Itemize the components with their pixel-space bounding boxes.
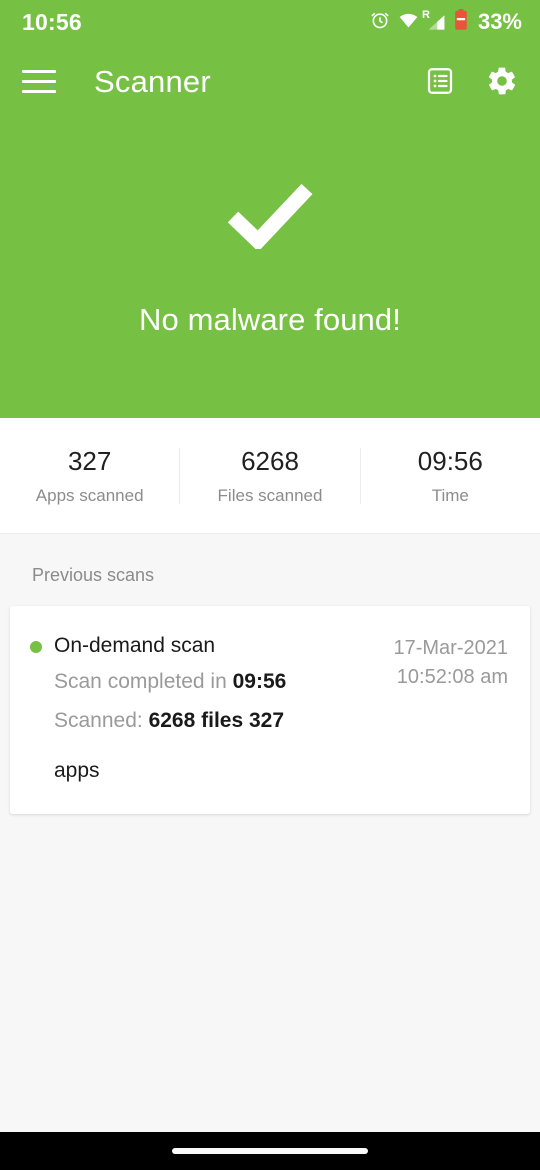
alarm-icon: [370, 10, 390, 35]
scan-card-title-row: On-demand scan: [30, 632, 381, 660]
scan-time-label: 10:52:08 am: [396, 666, 508, 688]
status-icon-tray: R 33%: [370, 9, 522, 35]
app-bar: Scanner: [0, 44, 540, 118]
system-navigation-bar: [0, 1132, 540, 1170]
scan-counts-wrap: apps: [54, 759, 100, 783]
wifi-icon: [398, 10, 419, 35]
stat-label: Time: [431, 485, 469, 505]
battery-percent-label: 33%: [477, 9, 522, 34]
scan-duration-line: Scan completed in 09:56: [30, 666, 381, 699]
stat-label: Files scanned: [217, 485, 323, 505]
scan-date-label: 17-Mar-2021: [393, 637, 508, 659]
stat-files-scanned: 6268 Files scanned: [179, 445, 359, 505]
stat-value: 6268: [241, 445, 299, 476]
stat-label: Apps scanned: [35, 485, 144, 505]
status-clock: 10:56: [22, 8, 82, 35]
stat-apps-scanned: 327 Apps scanned: [0, 448, 179, 504]
stat-time: 09:56 Time: [359, 445, 540, 505]
stat-value: 09:56: [417, 445, 483, 476]
phone-screen: 10:56 R 33% Scanner No malware found! 32…: [0, 0, 540, 1170]
scan-history-card[interactable]: On-demand scan Scan completed in 09:56 S…: [10, 606, 530, 814]
status-bar: 10:56 R 33%: [0, 0, 540, 44]
stat-value: 327: [67, 445, 112, 476]
scan-card-details: On-demand scan Scan completed in 09:56 S…: [30, 632, 393, 788]
app-bar-actions: [418, 59, 524, 103]
scan-timestamp: 17-Mar-2021 10:52:08 am: [393, 632, 508, 692]
roaming-indicator-label: R: [421, 8, 430, 21]
scan-counts-prefix: Scanned:: [54, 708, 149, 732]
scan-stats-row: 327 Apps scanned 6268 Files scanned 09:5…: [0, 418, 540, 534]
scan-result-message: No malware found!: [139, 301, 401, 337]
scan-type-label: On-demand scan: [54, 634, 216, 657]
battery-icon: [454, 9, 468, 35]
status-dot-icon: [30, 641, 42, 653]
checkmark-icon: [227, 181, 313, 254]
scan-result-hero: No malware found!: [0, 118, 540, 418]
cellular-signal-icon: R: [422, 9, 446, 32]
previous-scans-section: Previous scans On-demand scan Scan compl…: [0, 534, 540, 1132]
home-gesture-pill[interactable]: [172, 1148, 368, 1154]
scan-duration-value: 09:56: [232, 670, 287, 694]
scan-counts-value: 6268 files 327: [148, 708, 285, 732]
scan-counts-line: Scanned: 6268 files 327: [30, 705, 381, 738]
scan-log-icon[interactable]: [418, 59, 462, 103]
section-heading: Previous scans: [32, 565, 155, 585]
page-title: Scanner: [94, 63, 211, 99]
scan-duration-prefix: Scan completed in: [54, 670, 233, 694]
hamburger-menu-icon[interactable]: [22, 64, 56, 98]
gear-icon[interactable]: [480, 59, 524, 103]
